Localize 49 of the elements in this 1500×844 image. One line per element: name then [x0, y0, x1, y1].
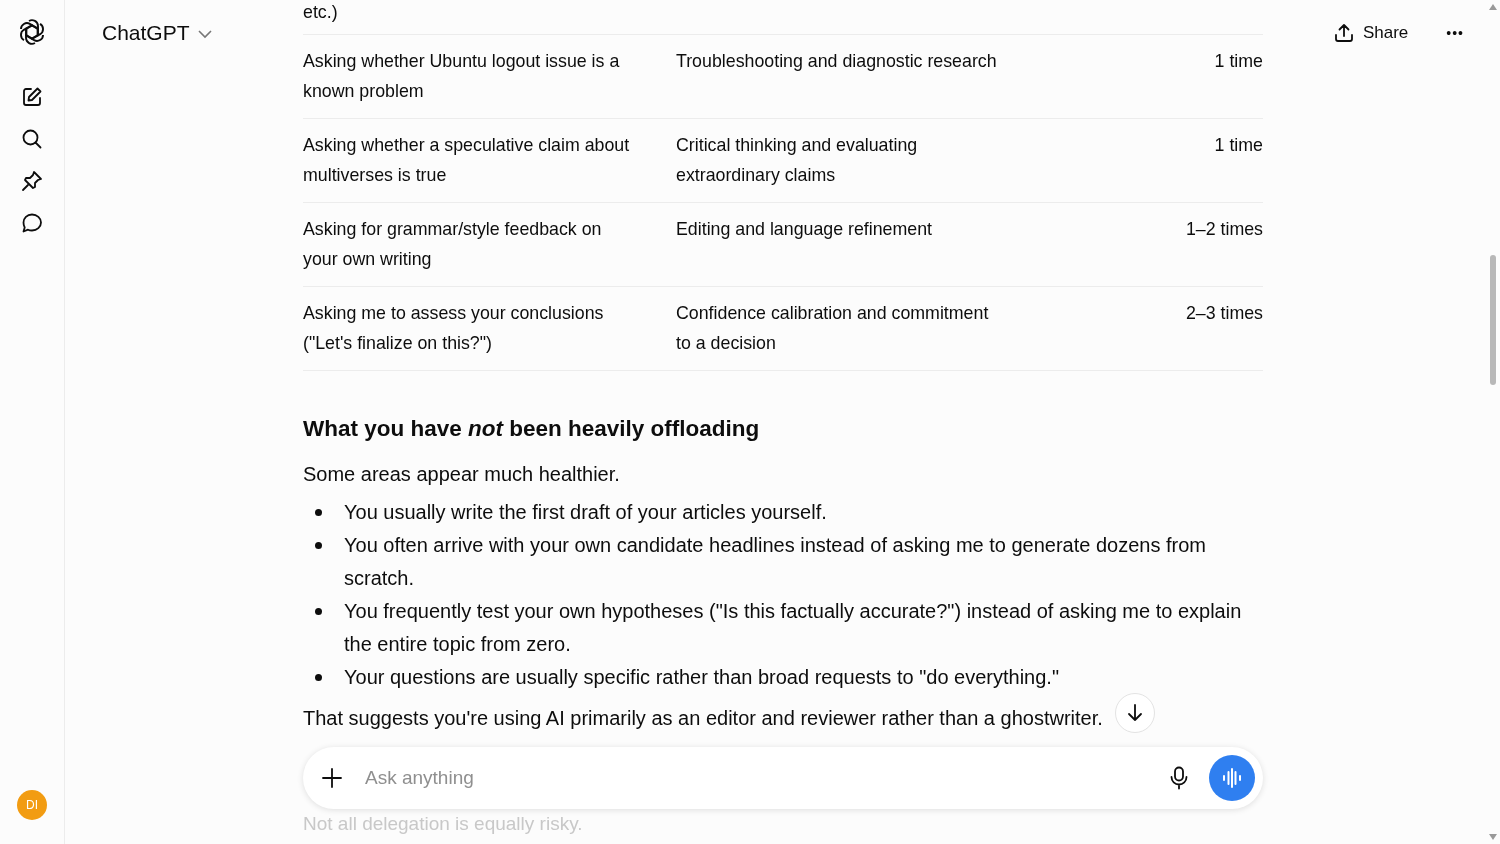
compose-icon — [21, 86, 43, 108]
waveform-icon — [1221, 767, 1243, 789]
table-cell-text: Asking me to assess your conclusions ("Let's finalize on this?") — [303, 302, 605, 355]
arrow-down-icon — [1125, 703, 1145, 723]
voice-mode-button[interactable] — [1209, 755, 1255, 801]
table-cell-text: 2–3 times — [1184, 302, 1263, 325]
bullet-icon — [315, 673, 322, 681]
chat-bubble-button[interactable] — [21, 212, 43, 234]
scrollbar-thumb[interactable] — [1490, 255, 1496, 385]
paragraph: Some areas appear much healthier. — [303, 461, 621, 487]
bullet-icon — [315, 541, 322, 549]
search-icon — [21, 128, 43, 150]
list-item-text: Your questions are usually specific rather than broad requests to "do everything." — [344, 664, 1059, 690]
microphone-icon — [1169, 766, 1189, 790]
table-cell-text: Asking whether a speculative claim about multiverses is true — [303, 134, 631, 187]
list-item-text: You frequently test your own hypotheses ("Is this factually accurate?") instead of asking me to explain the entire topic from zero. — [344, 598, 1243, 657]
chat-bubble-icon — [21, 212, 43, 234]
list-item-text: You often arrive with your own candidate headlines instead of asking me to generate dozens from scratch. — [344, 532, 1207, 591]
section-heading: What you have not been heavily offloading — [303, 415, 761, 443]
pin-icon — [21, 170, 43, 192]
model-selector[interactable]: ChatGPT — [102, 17, 212, 49]
plus-icon — [321, 767, 343, 789]
scroll-down-button[interactable] — [1115, 693, 1155, 733]
table-cell-text: Troubleshooting and diagnostic research — [676, 50, 998, 73]
pin-button[interactable] — [21, 170, 43, 192]
paragraph: That suggests you're using AI primarily as an editor and reviewer rather than a ghostwriter. — [303, 705, 1103, 731]
table-cell-text: Critical thinking and evaluating extraordinary claims — [676, 134, 919, 187]
compose-button[interactable] — [21, 86, 43, 108]
list-item-text: You usually write the first draft of your articles yourself. — [344, 499, 827, 525]
upload-icon — [1332, 22, 1355, 44]
table-cell-text: 1 time — [1213, 50, 1263, 73]
bullet-icon — [315, 607, 322, 615]
bullet-icon — [315, 508, 322, 516]
table-cell-text: Asking whether Ubuntu logout issue is a known problem — [303, 50, 621, 103]
table-cell-text: etc.) — [303, 1, 339, 24]
table-cell-text: 1–2 times — [1184, 218, 1263, 241]
search-button[interactable] — [21, 128, 43, 150]
more-button[interactable]: ••• — [1446, 22, 1464, 44]
scroll-down-icon[interactable] — [1489, 834, 1497, 840]
share-button[interactable]: Share — [1332, 20, 1409, 46]
add-button[interactable] — [321, 767, 343, 789]
microphone-button[interactable] — [1169, 766, 1189, 790]
message-input[interactable]: Ask anything — [363, 762, 1169, 794]
table-cell-text: Editing and language refinement — [676, 218, 934, 241]
scroll-up-icon[interactable] — [1489, 4, 1497, 10]
chevron-down-icon — [197, 30, 212, 40]
table-cell-text: 1 time — [1213, 134, 1263, 157]
table-cell-text: Asking for grammar/style feedback on your own writing — [303, 218, 603, 271]
table-cell-text: Confidence calibration and commitment to a decision — [676, 302, 990, 355]
